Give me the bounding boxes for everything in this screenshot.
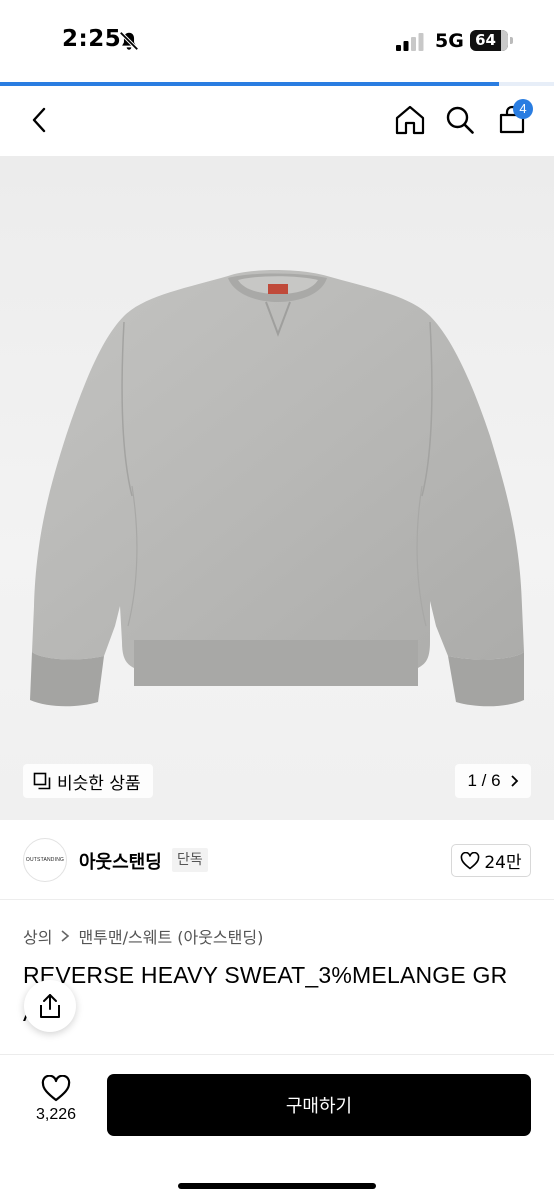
product-title: REVERSE HEAVY SWEAT_3%MELANGE GR (23, 962, 508, 988)
brand-like-button[interactable]: 24만 (451, 844, 531, 877)
bell-off-icon (119, 31, 139, 51)
wishlist-count: 3,226 (35, 1106, 77, 1123)
heart-icon (41, 1075, 71, 1102)
exclusive-badge: 단독 (172, 848, 208, 872)
heart-icon (461, 851, 480, 869)
product-image-gallery[interactable]: 비슷한 상품 1 / 6 (0, 156, 554, 820)
cart-count-badge: 4 (513, 99, 533, 119)
brand-like-count: 24만 (484, 853, 522, 873)
similar-products-button[interactable]: 비슷한 상품 (23, 764, 153, 798)
chevron-right-icon (510, 775, 518, 787)
top-nav-bar: 4 (0, 86, 554, 156)
similar-products-label: 비슷한 상품 (57, 773, 141, 794)
signal-icon (396, 33, 424, 51)
wishlist-button[interactable]: 3,226 (24, 1075, 88, 1135)
chevron-left-icon (32, 107, 46, 133)
brand-name[interactable]: 아웃스탠딩 (79, 848, 162, 874)
bottom-purchase-bar: 3,226 구매하기 (0, 1054, 554, 1200)
breadcrumb-category[interactable]: 상의 (23, 924, 52, 948)
home-button[interactable] (388, 98, 432, 142)
image-page-indicator: 1 / 6 (467, 771, 501, 790)
share-icon (40, 994, 60, 1018)
home-icon (395, 105, 425, 135)
home-indicator (178, 1183, 376, 1189)
product-image (30, 270, 524, 707)
chevron-right-icon (61, 930, 70, 942)
status-time: 2:25 (62, 26, 122, 52)
buy-button[interactable]: 구매하기 (107, 1074, 531, 1136)
cart-button[interactable]: 4 (490, 98, 534, 142)
battery-icon: 64 (470, 30, 508, 51)
image-pager[interactable]: 1 / 6 (455, 764, 531, 798)
share-button[interactable] (24, 980, 76, 1032)
back-button[interactable] (18, 98, 62, 142)
similar-items-icon (33, 772, 51, 790)
search-icon (446, 106, 474, 134)
battery-level: 64 (475, 31, 496, 49)
status-bar: 2:25 5G 64 (0, 0, 554, 82)
category-breadcrumb: 상의 맨투맨/스웨트 (아웃스탠딩) (23, 924, 263, 948)
brand-logo[interactable]: OUTSTANDING (23, 838, 67, 882)
breadcrumb-subcategory[interactable]: 맨투맨/스웨트 (아웃스탠딩) (78, 924, 263, 948)
network-type: 5G (435, 30, 464, 52)
brand-row: OUTSTANDING 아웃스탠딩 단독 24만 (0, 820, 554, 900)
brand-logo-text: OUTSTANDING (25, 857, 65, 863)
search-button[interactable] (438, 98, 482, 142)
